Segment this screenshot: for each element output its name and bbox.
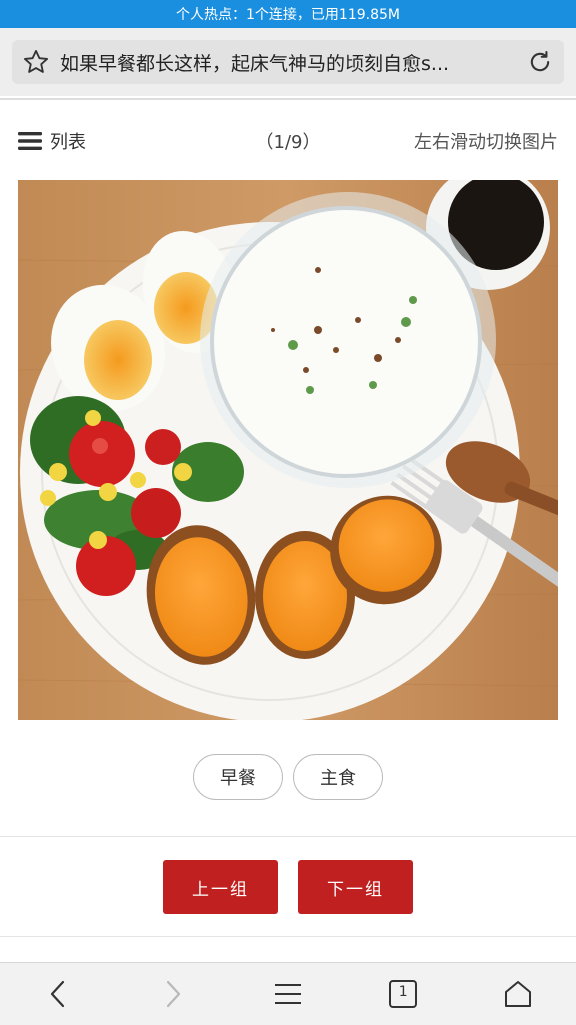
hotspot-status-bar: 个人热点：1个连接，已用119.85M [0,0,576,28]
back-arrow-icon [50,980,64,1008]
browser-bottom-nav: 1 [0,962,576,1025]
group-navigation: 上一组 下一组 [0,860,576,914]
bookmark-star-icon[interactable] [12,40,60,84]
prev-group-button[interactable]: 上一组 [163,860,278,914]
tabs-button[interactable]: 1 [373,964,433,1024]
menu-icon [18,132,42,150]
gallery-toolbar: 列表 （1/9） 左右滑动切换图片 [0,118,576,164]
home-icon [505,981,532,1007]
list-button[interactable]: 列表 [18,128,86,154]
browser-address-area: 如果早餐都长这样，起床气神马的顷刻自愈s... [0,28,576,96]
home-button[interactable] [488,964,548,1024]
address-bar[interactable]: 如果早餐都长这样，起床气神马的顷刻自愈s... [12,40,564,84]
divider [0,836,576,837]
reload-icon[interactable] [516,40,564,84]
hamburger-menu-icon [274,984,301,1004]
gallery-photo[interactable] [18,180,558,720]
tab-count: 1 [398,984,408,1000]
menu-button[interactable] [258,964,318,1024]
page-title[interactable]: 如果早餐都长这样，起床气神马的顷刻自愈s... [60,49,516,76]
next-group-button[interactable]: 下一组 [298,860,413,914]
forward-button[interactable] [143,964,203,1024]
tag-staple-food[interactable]: 主食 [293,754,383,800]
divider [0,936,576,937]
hotspot-status-text: 个人热点：1个连接，已用119.85M [176,7,400,23]
tag-list: 早餐 主食 [0,754,576,800]
divider [0,98,576,100]
breakfast-photo-illustration [18,180,558,720]
list-label: 列表 [50,132,86,153]
back-button[interactable] [28,964,88,1024]
tag-breakfast[interactable]: 早餐 [193,754,283,800]
swipe-hint: 左右滑动切换图片 [414,132,558,153]
forward-arrow-icon [166,980,180,1008]
